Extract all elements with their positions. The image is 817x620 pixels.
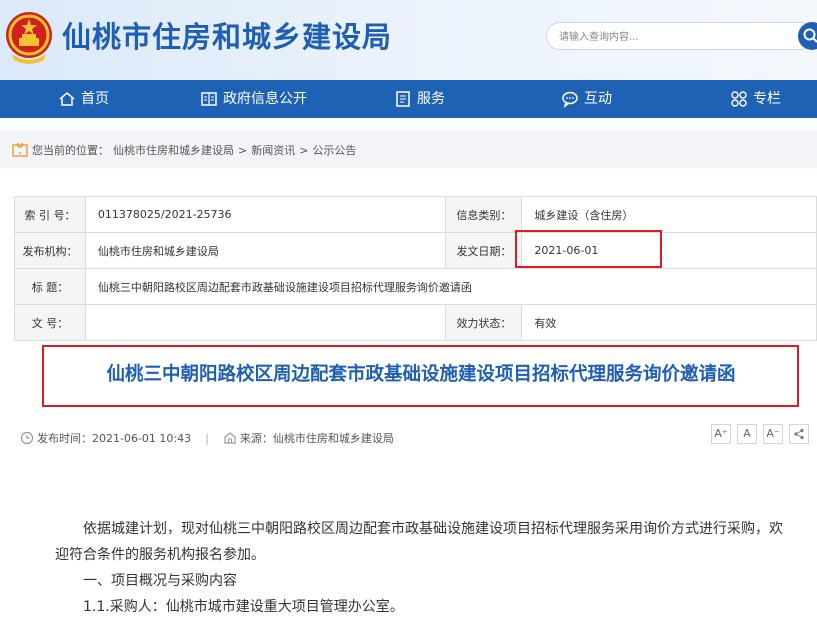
breadcrumb-prefix: 您当前的位置： [32,144,109,157]
national-emblem-icon [6,12,52,64]
breadcrumb-separator: > [238,143,248,157]
share-icon [794,428,804,440]
breadcrumb-link-notice[interactable]: 公示公告 [312,142,356,158]
breadcrumb-link-news[interactable]: 新闻资讯 [251,142,295,158]
table-row: 索 引 号： 011378025/2021-25736 信息类别： 城乡建设（含… [14,196,817,233]
search-input[interactable] [557,28,781,46]
nav-label: 政府信息公开 [223,91,307,107]
status-value: 有效 [521,304,817,341]
publisher-label: 发布机构： [14,232,86,269]
title-value: 仙桃三中朝阳路校区周边配套市政基础设施建设项目招标代理服务询价邀请函 [84,268,817,305]
status-label: 效力状态： [445,304,523,341]
table-row: 文 号： 效力状态： 有效 [14,304,817,341]
date-label: 发文日期： [445,232,523,269]
nav-label: 首页 [81,91,109,107]
index-label: 索 引 号： [14,196,86,233]
article-content: 依据城建计划，现对仙桃三中朝阳路校区周边配套市政基础设施建设项目招标代理服务采用… [55,516,790,620]
breadcrumb: 您当前的位置： 仙桃市住房和城乡建设局 > 新闻资讯 > 公示公告 [12,142,356,158]
paragraph: 1.1.采购人：仙桃市城市建设重大项目管理办公室。 [83,599,404,615]
section-heading: 一、项目概况与采购内容 [83,573,237,589]
nav-item-interaction[interactable]: 互动 [561,80,612,118]
nav-item-service[interactable]: 服务 [394,80,445,118]
site-title[interactable]: 仙桃市住房和城乡建设局 [62,14,392,56]
newspaper-icon [201,92,217,106]
share-button[interactable] [789,424,809,444]
nav-label: 专栏 [753,91,781,107]
title-label: 标 题： [14,268,86,305]
nav-item-column[interactable]: 专栏 [730,80,781,118]
source-icon [224,432,236,444]
table-row: 标 题： 仙桃三中朝阳路校区周边配套市政基础设施建设项目招标代理服务询价邀请函 [14,268,817,305]
font-decrease-button[interactable]: A⁻ [763,424,783,444]
breadcrumb-bar: 您当前的位置： 仙桃市住房和城乡建设局 > 新闻资讯 > 公示公告 [0,130,817,168]
site-header: 仙桃市住房和城乡建设局 [0,0,817,80]
document-meta-table: 索 引 号： 011378025/2021-25736 信息类别： 城乡建设（含… [14,196,817,341]
doc-no-value [84,304,447,341]
paragraph: 依据城建计划，现对仙桃三中朝阳路校区周边配套市政基础设施建设项目招标代理服务采用… [55,521,783,563]
category-label: 信息类别： [445,196,523,233]
location-icon [12,143,28,157]
nav-item-gov-info[interactable]: 政府信息公开 [200,80,307,118]
category-value: 城乡建设（含住房） [521,196,817,233]
nav-label: 服务 [417,91,445,107]
breadcrumb-separator: > [299,143,309,157]
search-box [546,22,814,50]
breadcrumb-link-home[interactable]: 仙桃市住房和城乡建设局 [113,142,234,158]
search-icon [803,28,817,43]
date-highlight-box [515,230,662,268]
home-icon [59,92,75,106]
font-increase-button[interactable]: A⁺ [711,424,731,444]
font-normal-button[interactable]: A [737,424,757,444]
article-source: 来源：仙桃市住房和城乡建设局 [239,432,394,445]
index-value: 011378025/2021-25736 [84,196,447,233]
document-icon [396,91,410,107]
nav-label: 互动 [584,91,612,107]
grid-icon [731,91,747,107]
main-nav: 首页 政府信息公开 服务 互动 专栏 [0,80,817,118]
chat-icon [562,91,578,108]
article-info: 发布时间：2021-06-01 10:43 | 来源：仙桃市住房和城乡建设局 [20,430,394,446]
publisher-value: 仙桃市住房和城乡建设局 [84,232,447,269]
nav-item-home[interactable]: 首页 [58,80,109,118]
article-title: 仙桃三中朝阳路校区周边配套市政基础设施建设项目招标代理服务询价邀请函 [106,364,736,385]
doc-no-label: 文 号： [14,304,86,341]
article-tools: A⁺ A A⁻ [711,424,809,444]
table-row: 发布机构： 仙桃市住房和城乡建设局 发文日期： 2021-06-01 [14,232,817,269]
clock-icon [20,431,34,445]
publish-time: 发布时间：2021-06-01 10:43 [37,432,192,445]
info-divider: | [205,431,209,445]
